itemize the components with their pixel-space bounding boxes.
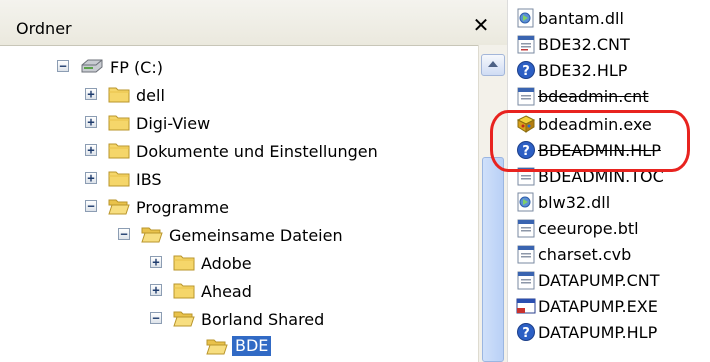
drive-icon (81, 59, 103, 73)
dll-icon (517, 192, 534, 212)
tree-node-ahead[interactable]: + Ahead (0, 277, 300, 305)
folder-icon (108, 87, 130, 103)
cnt-icon (517, 219, 535, 238)
open-folder-icon (206, 339, 228, 355)
cnt-icon (517, 87, 535, 106)
cnt-icon (517, 271, 535, 290)
tree-node-label: dell (136, 86, 165, 105)
expand-toggle[interactable]: + (150, 284, 162, 296)
collapse-toggle[interactable]: − (118, 228, 130, 240)
open-folder-icon (141, 227, 163, 243)
expand-toggle[interactable]: + (85, 88, 97, 100)
file-name: bantam.dll (538, 9, 624, 28)
scroll-up-button[interactable] (481, 54, 505, 76)
tree-node-label: IBS (136, 170, 162, 189)
file-name: DATAPUMP.CNT (538, 271, 660, 290)
vertical-scrollbar[interactable] (478, 45, 507, 362)
expand-toggle[interactable]: + (85, 172, 97, 184)
collapse-toggle[interactable]: − (85, 200, 97, 212)
tree-node-label: Borland Shared (201, 310, 325, 329)
tree-node-adobe[interactable]: + Adobe (0, 249, 300, 277)
tree-node-dokumente[interactable]: + Dokumente und Einstellungen (0, 137, 400, 165)
tree-node-label: Ahead (201, 282, 252, 301)
open-folder-icon (108, 199, 130, 215)
collapse-toggle[interactable]: − (57, 60, 69, 72)
file-name: DATAPUMP.HLP (538, 323, 658, 342)
cnt-icon (517, 245, 535, 264)
open-folder-icon (173, 311, 195, 327)
pane-title: Ordner (16, 19, 72, 38)
folder-icon (108, 115, 130, 131)
tree-node-dell[interactable]: + dell (0, 81, 300, 109)
file-name: BDE32.HLP (538, 61, 628, 80)
close-pane-button[interactable]: ✕ (468, 12, 494, 38)
tree-node-bde[interactable]: BDE (0, 333, 300, 361)
help-icon: ? (517, 61, 535, 79)
file-name: charset.cvb (538, 245, 632, 264)
folder-pane: Ordner ✕ − FP (C:) + dell + Digi-View + … (0, 0, 507, 362)
expand-toggle[interactable]: + (150, 256, 162, 268)
tree-node-digi-view[interactable]: + Digi-View (0, 109, 300, 137)
tree-node-label: Digi-View (136, 114, 211, 133)
highlight-annotation (490, 110, 690, 172)
file-name: ceeurope.btl (538, 219, 639, 238)
folder-icon (108, 143, 130, 159)
file-list: bantam.dll BDE32.CNT ? BDE32.HLP bdeadmi… (507, 0, 710, 362)
folder-pane-header: Ordner ✕ (0, 0, 507, 46)
file-name: bdeadmin.cnt (538, 87, 649, 106)
folder-tree: − FP (C:) + dell + Digi-View + Dokumente… (0, 45, 478, 362)
tree-node-borland-shared[interactable]: − Borland Shared (0, 305, 400, 333)
collapse-toggle[interactable]: − (150, 312, 162, 324)
cnt-icon (517, 35, 535, 54)
folder-icon (173, 255, 195, 271)
tree-node-label-selected: BDE (232, 336, 272, 356)
file-name: DATAPUMP.EXE (538, 297, 658, 316)
folder-icon (108, 171, 130, 187)
expand-toggle[interactable]: + (85, 116, 97, 128)
file-name: blw32.dll (538, 193, 611, 212)
tree-node-ibs[interactable]: + IBS (0, 165, 300, 193)
tree-node-label: Gemeinsame Dateien (169, 226, 343, 245)
tree-node-label: Programme (136, 198, 229, 217)
help-icon: ? (517, 323, 535, 341)
folder-icon (173, 283, 195, 299)
svg-text:?: ? (522, 326, 530, 341)
tree-node-label: Dokumente und Einstellungen (136, 142, 378, 161)
dll-icon (517, 8, 534, 28)
expand-toggle[interactable]: + (85, 144, 97, 156)
tree-node-gemeinsame-dateien[interactable]: − Gemeinsame Dateien (0, 221, 400, 249)
scroll-thumb[interactable] (482, 157, 504, 362)
tree-node-drive-c[interactable]: − FP (C:) (0, 53, 300, 81)
file-name: BDE32.CNT (538, 35, 630, 54)
tree-node-label: Adobe (201, 254, 252, 273)
tree-node-programme[interactable]: − Programme (0, 193, 300, 221)
svg-text:?: ? (522, 64, 530, 79)
app-icon (516, 298, 536, 314)
tree-node-label: FP (C:) (110, 58, 163, 77)
